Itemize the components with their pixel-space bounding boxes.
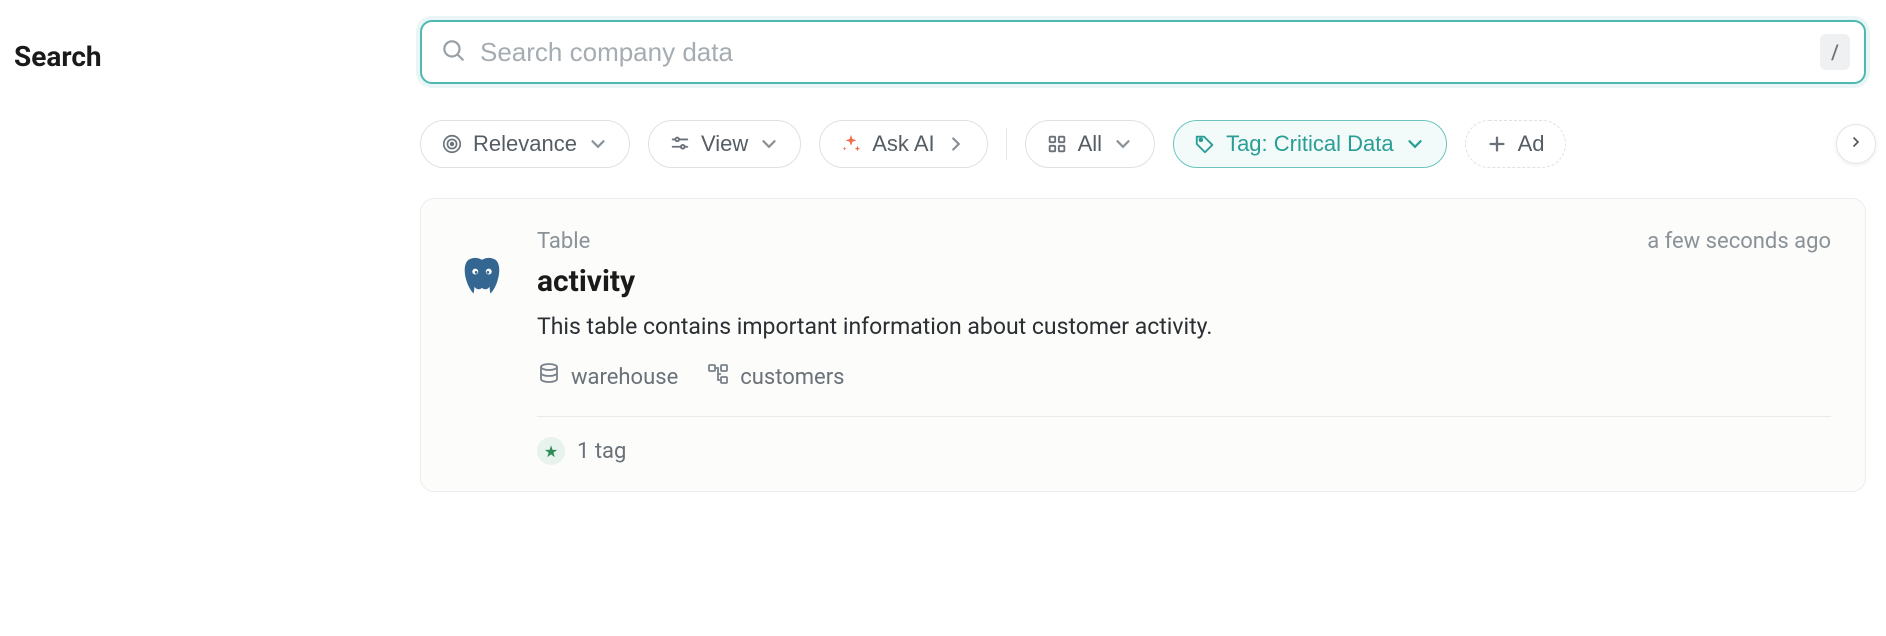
scope-all-button[interactable]: All: [1025, 120, 1155, 168]
tag-filter-button[interactable]: Tag: Critical Data: [1173, 120, 1447, 168]
search-bar[interactable]: /: [420, 20, 1866, 84]
schema-icon: [706, 362, 730, 392]
view-button[interactable]: View: [648, 120, 801, 168]
filter-divider: [1006, 128, 1007, 160]
chevron-down-icon: [587, 133, 609, 155]
sliders-icon: [669, 133, 691, 155]
chevron-right-icon: [945, 133, 967, 155]
scope-label: All: [1078, 131, 1102, 157]
database-crumb[interactable]: warehouse: [537, 362, 678, 392]
result-type: Table: [537, 229, 590, 254]
tag-filter-label: Tag: Critical Data: [1226, 131, 1394, 157]
chevron-down-icon: [1404, 133, 1426, 155]
schema-crumb[interactable]: customers: [706, 362, 844, 392]
target-icon: [441, 133, 463, 155]
search-icon: [440, 37, 466, 67]
page-title: Search: [14, 40, 420, 73]
result-name: activity: [537, 264, 1831, 299]
scroll-right-button[interactable]: [1836, 124, 1876, 164]
view-label: View: [701, 131, 748, 157]
chevron-down-icon: [1112, 133, 1134, 155]
add-filter-label: Ad: [1518, 131, 1545, 157]
schema-name: customers: [740, 365, 844, 390]
ask-ai-button[interactable]: Ask AI: [819, 120, 987, 168]
sparkle-icon: [840, 133, 862, 155]
sort-label: Relevance: [473, 131, 577, 157]
postgres-icon: [455, 229, 511, 465]
plus-icon: [1486, 133, 1508, 155]
chevron-right-icon: [1848, 134, 1864, 154]
result-timestamp: a few seconds ago: [1647, 229, 1831, 254]
search-shortcut-hint: /: [1820, 34, 1850, 70]
grid-icon: [1046, 133, 1068, 155]
sort-relevance-button[interactable]: Relevance: [420, 120, 630, 168]
star-icon: ★: [537, 437, 565, 465]
add-filter-button[interactable]: Ad: [1465, 120, 1566, 168]
result-breadcrumbs: warehouse customers: [537, 362, 1831, 417]
result-description: This table contains important informatio…: [537, 313, 1831, 340]
chevron-down-icon: [758, 133, 780, 155]
search-input[interactable]: [480, 37, 1820, 68]
database-icon: [537, 362, 561, 392]
database-name: warehouse: [571, 365, 678, 390]
ask-ai-label: Ask AI: [872, 131, 934, 157]
filters-row: Relevance View Ask AI: [420, 120, 1866, 168]
tags-row[interactable]: ★ 1 tag: [537, 437, 1831, 465]
tag-icon: [1194, 133, 1216, 155]
tag-count: 1 tag: [577, 439, 626, 464]
result-card[interactable]: Table a few seconds ago activity This ta…: [420, 198, 1866, 492]
